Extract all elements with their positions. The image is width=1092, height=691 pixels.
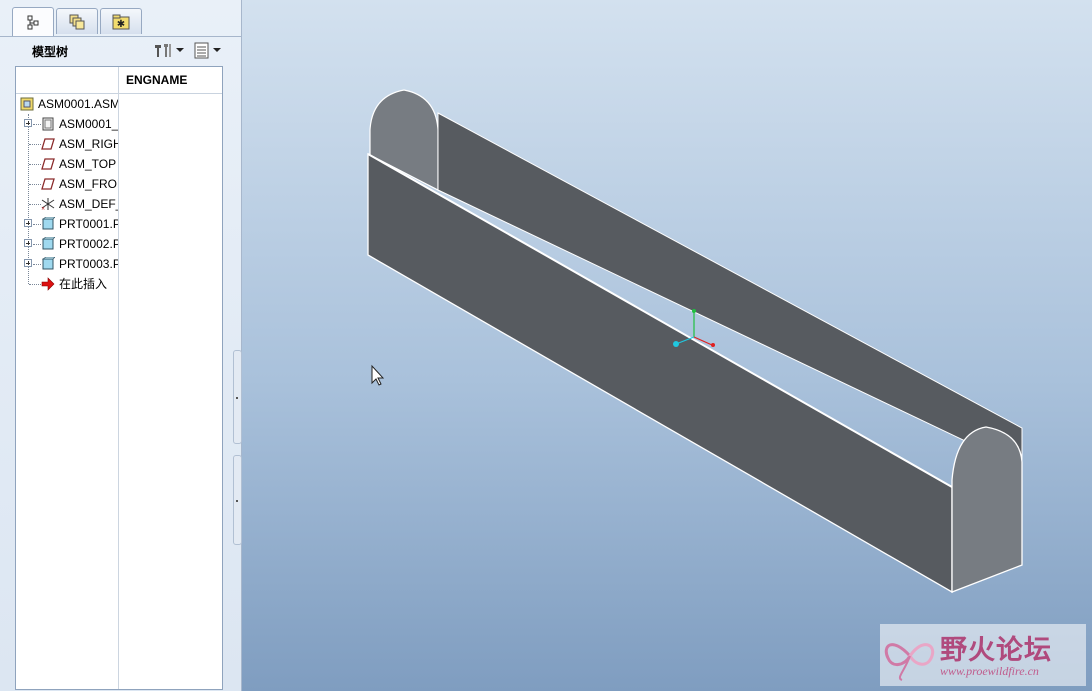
model-end-cap-near xyxy=(951,426,1023,593)
tree-column-header: ENGNAME xyxy=(16,67,222,94)
tree-item-label: ASM_DEF_CSYS xyxy=(59,197,118,211)
favorites-icon: ✱ xyxy=(112,14,130,30)
3d-model-view[interactable] xyxy=(242,0,1092,691)
model-top-edge xyxy=(367,153,953,488)
skeleton-icon xyxy=(42,117,54,131)
navigator-panel: ✱ 模型树 ENGNAME ASM0001.ASM ASM0001_ ASM_R… xyxy=(0,0,242,691)
model-tree: ENGNAME ASM0001.ASM ASM0001_ ASM_RIGH AS… xyxy=(15,66,223,690)
expand-toggle[interactable] xyxy=(24,119,32,127)
part-icon xyxy=(41,237,55,250)
folder-browser-icon xyxy=(69,14,85,29)
tree-item-prt0001[interactable]: PRT0001.PRT xyxy=(16,214,118,234)
tree-item-label: PRT0002.PRT xyxy=(59,237,118,251)
tree-item-label: ASM_RIGHT xyxy=(59,137,118,151)
tree-settings-button[interactable] xyxy=(153,39,184,61)
tree-item-asm-front[interactable]: ASM_FRONT xyxy=(16,174,118,194)
tree-item-label: PRT0003.PRT xyxy=(59,257,118,271)
tree-columns-button[interactable] xyxy=(194,39,221,61)
tree-item-label: ASM0001.ASM xyxy=(38,97,118,111)
tree-settings-icon xyxy=(155,44,171,57)
column-divider[interactable] xyxy=(118,67,119,689)
tree-columns-icon xyxy=(194,42,209,59)
expand-toggle[interactable] xyxy=(24,239,32,247)
tree-item-asm-def-csys[interactable]: × ASM_DEF_CSYS xyxy=(16,194,118,214)
assembly-icon xyxy=(20,97,34,111)
tree-item-insert-here[interactable]: 在此插入 xyxy=(16,274,118,294)
coordinate-system-icon: × xyxy=(41,198,55,211)
insert-here-arrow-icon xyxy=(41,277,55,291)
expand-toggle[interactable] xyxy=(24,219,32,227)
watermark-title: 野火论坛 xyxy=(940,635,1052,666)
tree-title: 模型树 xyxy=(32,45,69,59)
tree-item-prt0003[interactable]: PRT0003.PRT xyxy=(16,254,118,274)
graphics-window[interactable] xyxy=(242,0,1092,691)
part-icon xyxy=(41,257,55,270)
datum-plane-icon xyxy=(41,138,55,150)
panel-collapse-handle[interactable] xyxy=(233,455,242,545)
tree-item-skeleton[interactable]: ASM0001_ xyxy=(16,114,118,134)
mouse-cursor-icon xyxy=(371,364,385,386)
model-tree-icon xyxy=(27,15,39,30)
tab-model-tree[interactable] xyxy=(12,7,54,36)
tree-item-asm-right[interactable]: ASM_RIGHT xyxy=(16,134,118,154)
tab-favorites[interactable]: ✱ xyxy=(100,8,142,34)
tree-item-prt0002[interactable]: PRT0002.PRT xyxy=(16,234,118,254)
tree-item-label: ASM0001_ xyxy=(59,117,118,131)
engname-column-header[interactable]: ENGNAME xyxy=(126,73,187,87)
datum-plane-icon xyxy=(41,158,55,170)
tab-folder-browser[interactable] xyxy=(56,8,98,34)
svg-text:×: × xyxy=(41,206,45,211)
datum-plane-icon xyxy=(41,178,55,190)
tree-item-label: ASM_TOP xyxy=(59,157,117,171)
part-icon xyxy=(41,217,55,230)
panel-splitter-handle[interactable] xyxy=(233,350,242,444)
watermark-url: www.proewildfire.cn xyxy=(940,664,1039,678)
watermark: 野火论坛 www.proewildfire.cn xyxy=(880,624,1086,686)
svg-text:✱: ✱ xyxy=(117,19,125,30)
tree-rows: ASM0001.ASM ASM0001_ ASM_RIGHT xyxy=(16,94,118,394)
tree-item-asm-top[interactable]: ASM_TOP xyxy=(16,154,118,174)
expand-toggle[interactable] xyxy=(24,259,32,267)
tree-item-label: 在此插入 xyxy=(59,277,108,291)
butterfly-logo-icon xyxy=(884,643,935,681)
tree-header: 模型树 xyxy=(8,38,232,62)
tree-item-label: PRT0001.PRT xyxy=(59,217,118,231)
tree-item-label: ASM_FRONT xyxy=(59,177,118,191)
tree-item-asm0001[interactable]: ASM0001.ASM xyxy=(16,94,118,114)
navigator-tabs: ✱ xyxy=(0,0,241,37)
